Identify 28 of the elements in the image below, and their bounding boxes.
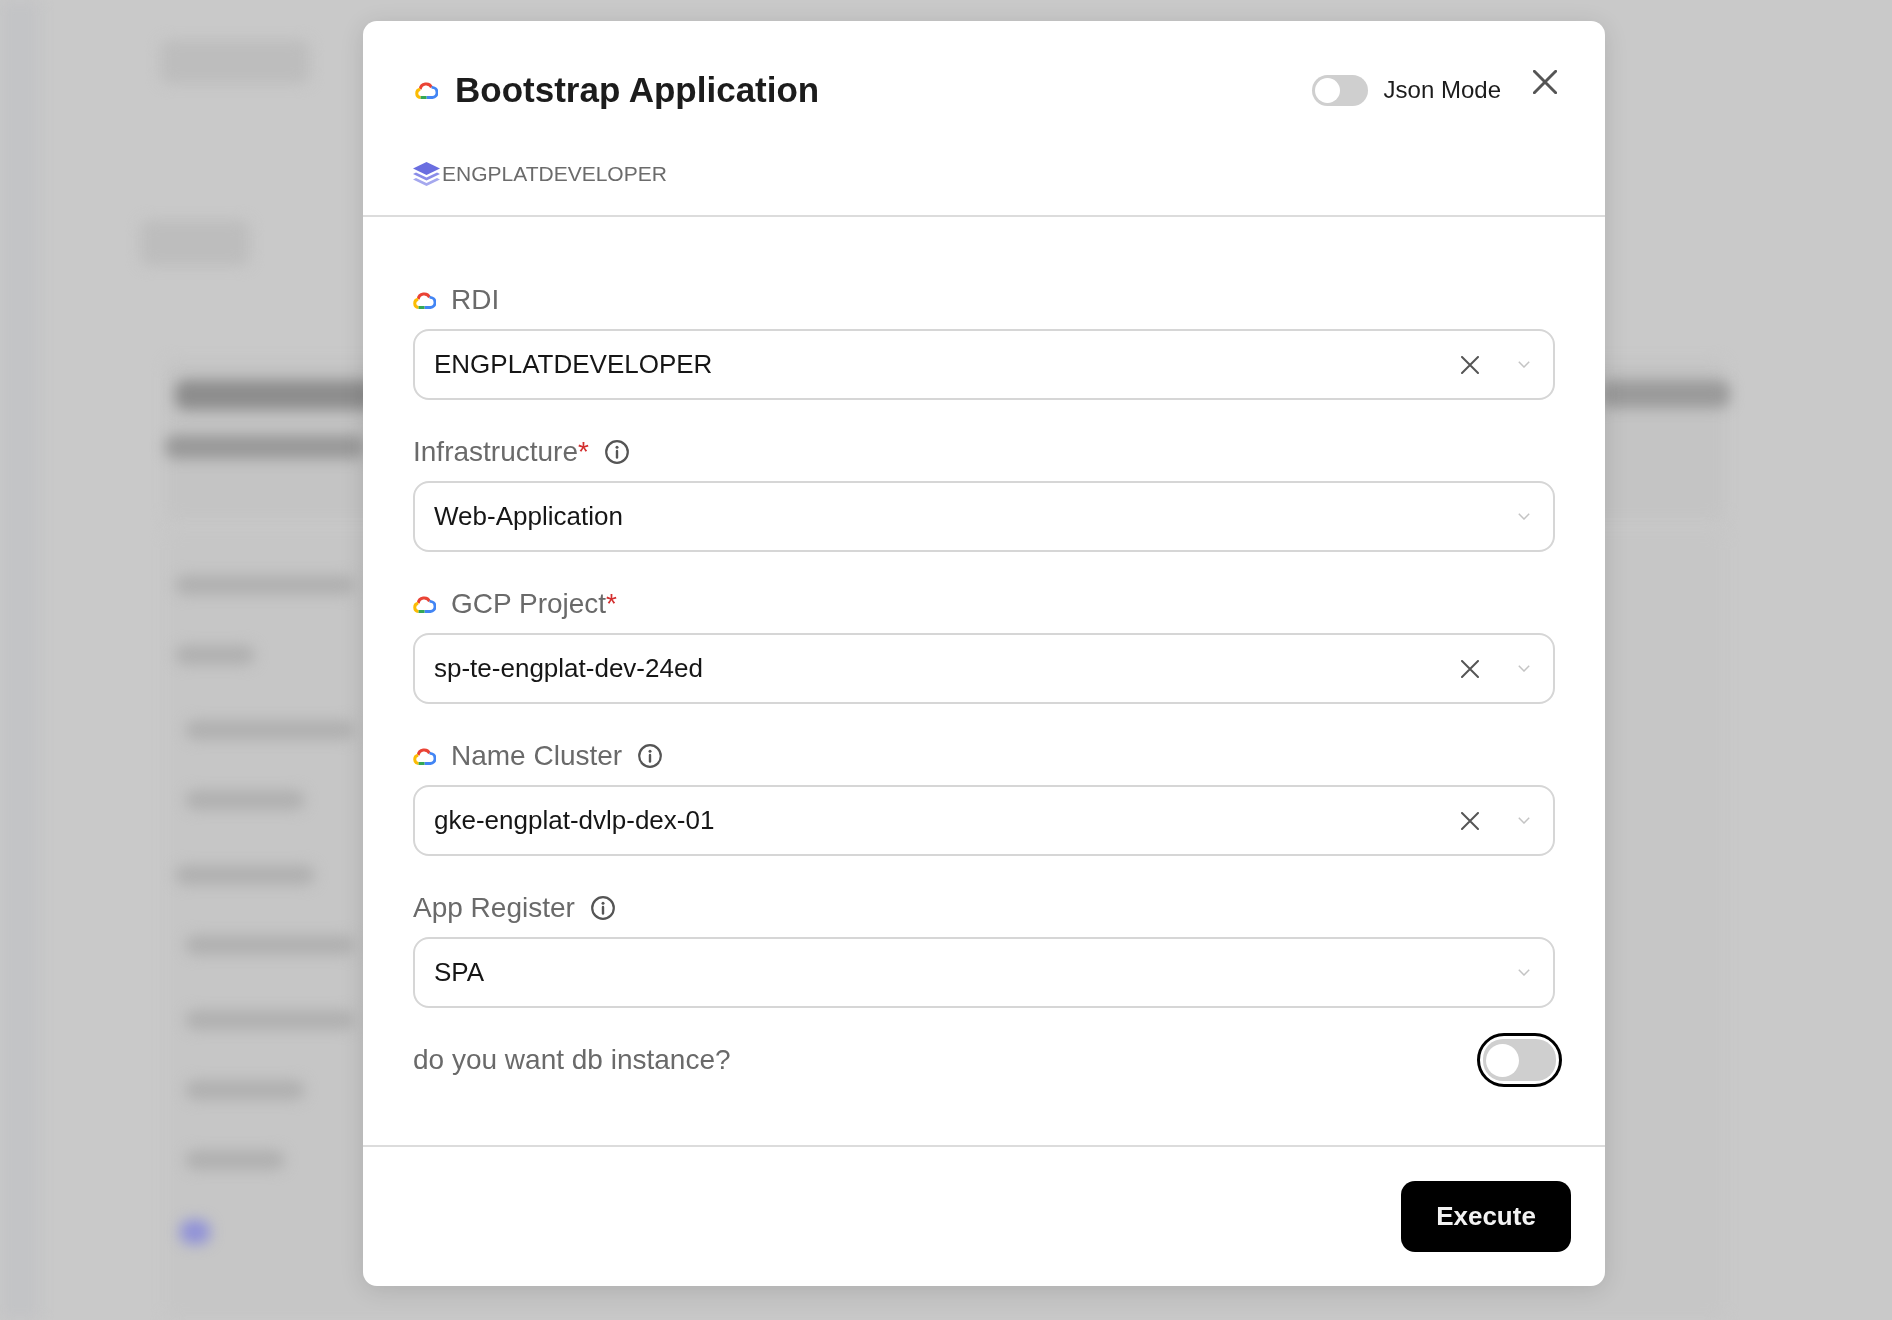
close-icon[interactable] xyxy=(1533,70,1557,94)
chevron-down-icon xyxy=(1518,969,1530,976)
json-mode-toggle[interactable] xyxy=(1311,74,1368,106)
dialog-title: Bootstrap Application xyxy=(455,70,820,110)
toggle-label: do you want db instance? xyxy=(413,1044,731,1076)
clear-x-icon[interactable] xyxy=(1461,659,1479,678)
chevron-down-icon xyxy=(1518,513,1530,520)
json-mode-label: Json Mode xyxy=(1383,76,1501,104)
chevron-down-icon xyxy=(1518,665,1530,672)
execute-button[interactable]: Execute xyxy=(1401,1181,1571,1252)
cloud-icon xyxy=(415,81,438,99)
field-label: Infrastructure* xyxy=(413,436,589,468)
subtitle-text: ENGPLATDEVELOPER xyxy=(442,161,667,187)
select-field[interactable]: Web-Application xyxy=(413,481,1555,552)
field-label: App Register xyxy=(413,892,575,924)
field-label: Name Cluster xyxy=(451,740,623,772)
field-label: GCP Project* xyxy=(451,588,617,620)
select-field[interactable]: gke-engplat-dvlp-dex-01 xyxy=(413,785,1555,856)
chevron-down-icon xyxy=(1518,361,1530,368)
select-field[interactable]: sp-te-engplat-dev-24ed xyxy=(413,633,1555,704)
field-label: RDI xyxy=(451,284,500,316)
clear-x-icon[interactable] xyxy=(1461,811,1479,830)
toggle-switch[interactable] xyxy=(1477,1033,1562,1087)
chevron-down-icon xyxy=(1518,817,1530,824)
layers-icon xyxy=(413,162,440,186)
clear-x-icon[interactable] xyxy=(1461,355,1479,374)
select-field[interactable]: ENGPLATDEVELOPER xyxy=(413,329,1555,400)
select-field[interactable]: SPA xyxy=(413,937,1555,1008)
